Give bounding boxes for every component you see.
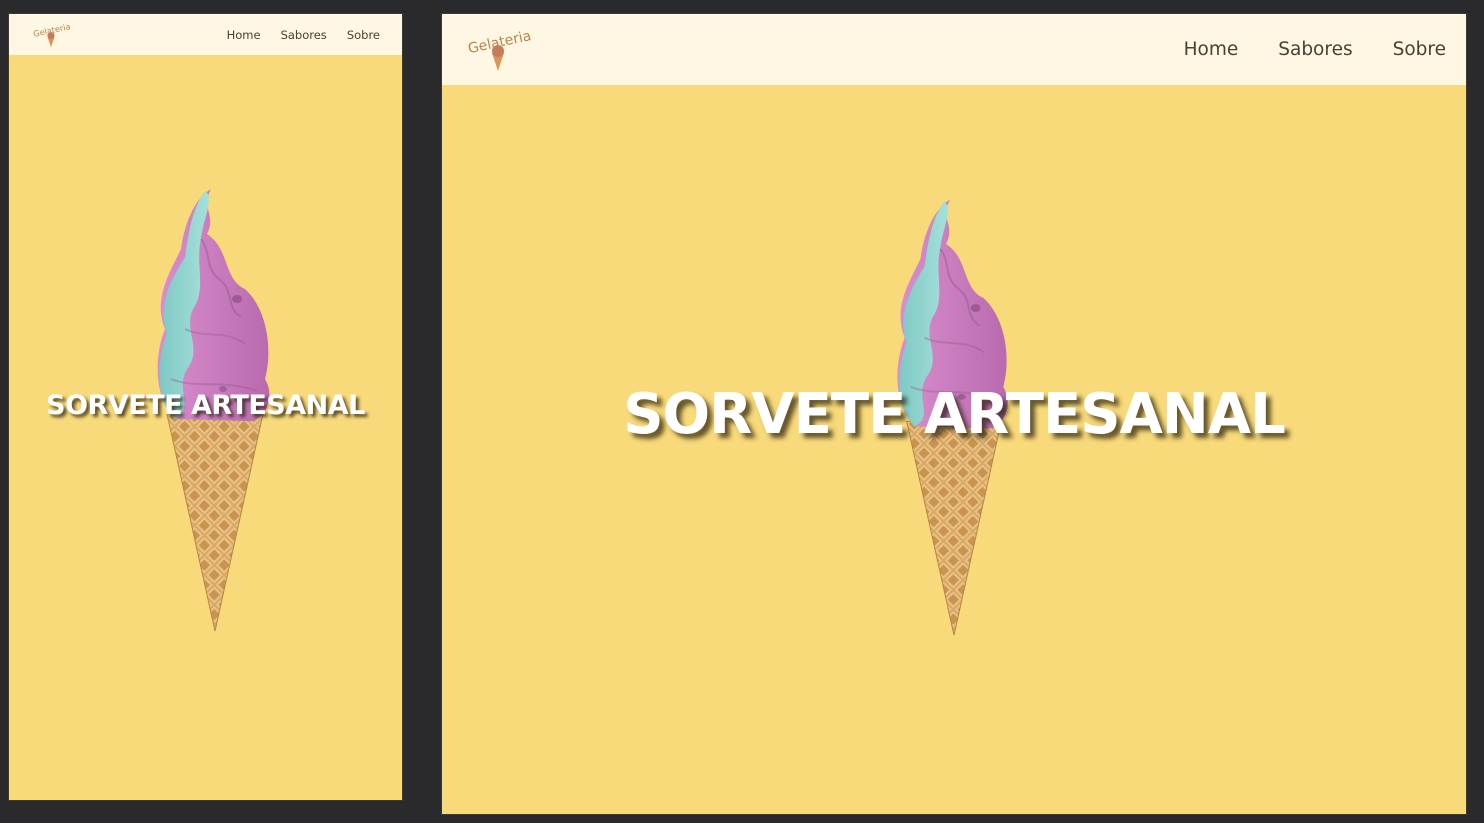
- navbar: Home Sabores Sobre: [9, 14, 402, 55]
- nav-links: Home Sabores Sobre: [1144, 39, 1446, 60]
- nav-link-home[interactable]: Home: [1184, 39, 1239, 60]
- nav-link-home[interactable]: Home: [227, 28, 261, 42]
- nav-link-sabores[interactable]: Sabores: [1278, 39, 1352, 60]
- ice-cream-logo-icon: [31, 20, 71, 50]
- nav-link-sobre[interactable]: Sobre: [347, 28, 380, 42]
- desktop-preview-frame: Home Sabores Sobre SORVETE ARTESANAL: [441, 13, 1467, 815]
- nav-link-sobre[interactable]: Sobre: [1393, 39, 1446, 60]
- nav-link-sabores[interactable]: Sabores: [281, 28, 327, 42]
- gelateria-logo[interactable]: [31, 20, 71, 50]
- navbar: Home Sabores Sobre: [442, 14, 1466, 85]
- hero-title: SORVETE ARTESANAL: [623, 382, 1286, 447]
- ice-cream-logo-icon: [464, 25, 532, 75]
- mobile-preview-frame: Home Sabores Sobre SORVETE ARTESANAL: [8, 13, 403, 801]
- gelateria-logo[interactable]: [464, 25, 532, 75]
- nav-links: Home Sabores Sobre: [207, 28, 380, 42]
- hero-title: SORVETE ARTESANAL: [46, 390, 365, 421]
